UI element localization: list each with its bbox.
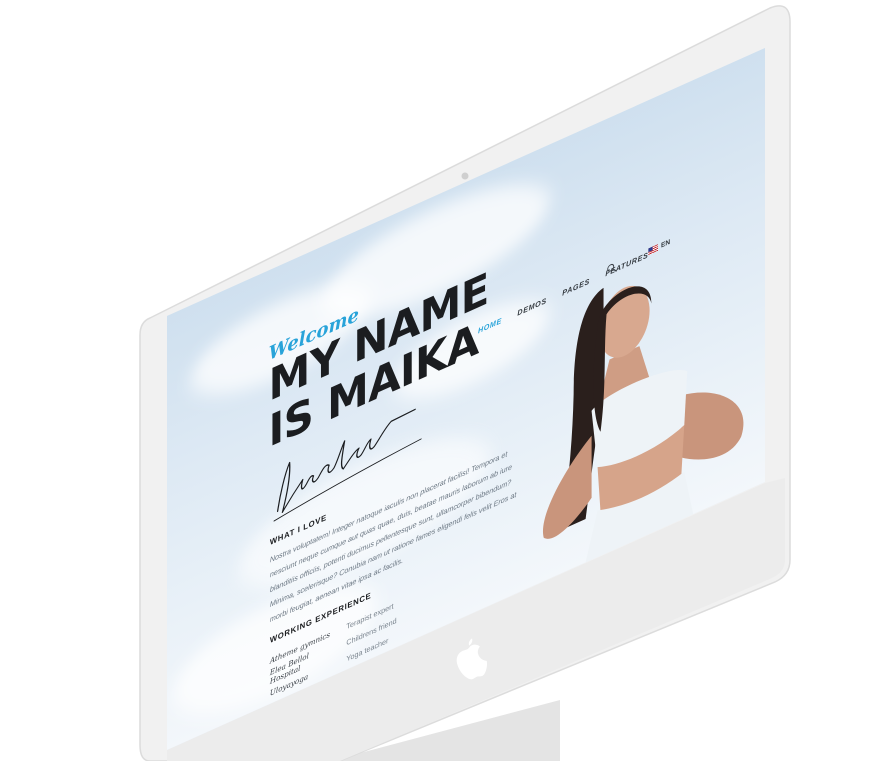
language-switcher[interactable]: EN — [648, 238, 670, 255]
imac-monitor: HOME DEMOS PAGES FEATURES EN Welcome MY … — [0, 0, 881, 761]
us-flag-icon — [648, 243, 658, 255]
screen: HOME DEMOS PAGES FEATURES EN Welcome MY … — [0, 0, 881, 761]
model-photo — [542, 285, 744, 563]
language-label: EN — [660, 238, 671, 250]
website: HOME DEMOS PAGES FEATURES EN Welcome MY … — [167, 48, 765, 750]
